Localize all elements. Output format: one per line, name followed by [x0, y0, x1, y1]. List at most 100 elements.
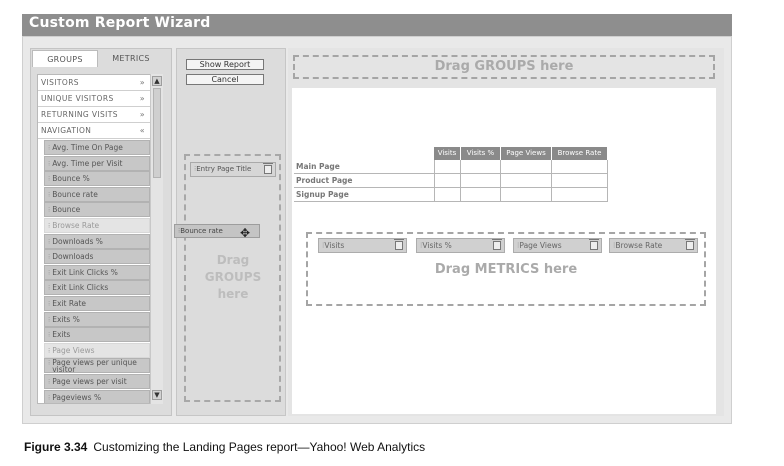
metric-item[interactable]: ⁝ Exits: [44, 327, 150, 343]
metric-item[interactable]: ⁝ Downloads %: [44, 233, 150, 249]
drag-grip-icon: ⁝: [48, 346, 51, 355]
metric-item[interactable]: ⁝ Page views per unique visitor: [44, 358, 150, 374]
table-header-cell: Visits: [434, 147, 461, 160]
scroll-down-button[interactable]: ▼: [152, 390, 162, 400]
drag-grip-icon: ⁝: [48, 206, 51, 215]
expand-icon[interactable]: »: [140, 107, 145, 123]
metric-item[interactable]: ⁝ Browse Rate: [44, 218, 150, 233]
metric-item-label: Bounce %: [52, 174, 90, 184]
table-header-cell: Browse Rate: [552, 147, 608, 160]
metric-item-label: Downloads: [52, 252, 94, 262]
drag-grip-icon: ⁝: [48, 359, 51, 368]
metric-chip-label: Visits: [324, 241, 345, 250]
groups-scrollbar[interactable]: ▲ ▼: [150, 74, 163, 404]
tab-groups[interactable]: GROUPS: [32, 50, 98, 67]
group-item[interactable]: RETURNING VISITS »: [38, 107, 152, 123]
group-item[interactable]: NAVIGATION «: [38, 123, 152, 139]
metric-chip[interactable]: ⁝Visits %: [416, 238, 505, 253]
metric-item-label: Pageviews %: [52, 392, 102, 402]
table-cell: [461, 160, 501, 174]
table-row-label: Signup Page: [294, 188, 434, 202]
window-title: Custom Report Wizard: [29, 15, 211, 31]
metric-chip[interactable]: ⁝Visits: [318, 238, 407, 253]
trash-icon[interactable]: [492, 239, 502, 250]
table-cell: [434, 174, 461, 188]
drag-grip-icon: ⁝: [48, 175, 51, 184]
metric-item-label: Bounce: [52, 205, 81, 215]
metric-chip[interactable]: ⁝Page Views: [513, 238, 602, 253]
metric-item-label: Exits %: [52, 314, 80, 324]
metric-item[interactable]: ⁝ Avg. Time per Visit: [44, 155, 150, 171]
trash-icon[interactable]: [263, 163, 273, 174]
drag-grip-icon: ⁝: [48, 159, 51, 168]
hint-line: Drag: [216, 253, 250, 267]
scroll-thumb[interactable]: [153, 88, 161, 178]
cancel-button[interactable]: Cancel: [186, 74, 264, 85]
metric-chip-label: Browse Rate: [615, 241, 663, 250]
metric-item[interactable]: ⁝ Bounce %: [44, 171, 150, 187]
group-item-label: RETURNING VISITS: [41, 110, 118, 119]
drag-grip-icon: ⁝: [48, 315, 51, 324]
metric-item[interactable]: ⁝ Bounce rate: [44, 186, 150, 202]
group-item[interactable]: VISITORS »: [38, 75, 152, 91]
metric-item[interactable]: ⁝ Downloads: [44, 249, 150, 265]
metric-item-label: Page views per visit: [52, 377, 127, 386]
metric-item-label: Page views per unique visitor: [52, 358, 137, 374]
metric-item[interactable]: ⁝ Avg. Time On Page: [44, 140, 150, 155]
figure-caption: Figure 3.34 Customizing the Landing Pages…: [24, 440, 425, 454]
metric-chip-label: Visits %: [422, 241, 452, 250]
metric-item-label: Exit Link Clicks %: [52, 267, 118, 277]
metric-chip-label: Page Views: [519, 241, 562, 250]
metric-item-label: Avg. Time On Page: [52, 143, 123, 152]
trash-icon[interactable]: [685, 239, 695, 250]
trash-icon[interactable]: [394, 239, 404, 250]
drag-grip-icon: ⁝: [48, 190, 51, 199]
table-row-label: Product Page: [294, 174, 434, 188]
group-chip-entry-page-title[interactable]: ⁝Entry Page Title: [190, 162, 276, 177]
window-titlebar: Custom Report Wizard: [22, 14, 732, 36]
expand-icon[interactable]: »: [140, 75, 145, 91]
trash-icon[interactable]: [589, 239, 599, 250]
groups-drop-hint: Drag GROUPS here: [190, 252, 276, 303]
table-cell: [434, 160, 461, 174]
metric-item[interactable]: ⁝ Exit Link Clicks %: [44, 264, 150, 280]
figure-number: Figure 3.34: [24, 440, 88, 454]
group-item-label: NAVIGATION: [41, 126, 92, 135]
metric-item-label: Exit Link Clicks: [52, 283, 109, 293]
metric-item[interactable]: ⁝ Exit Link Clicks: [44, 280, 150, 296]
metric-item-label: Page Views: [52, 345, 95, 355]
drag-grip-icon: ⁝: [48, 144, 51, 152]
metric-chip[interactable]: ⁝Browse Rate: [609, 238, 698, 253]
groups-drop-hint-top: Drag GROUPS here: [434, 59, 574, 74]
caption-text: Customizing the Landing Pages report—Yah…: [93, 440, 426, 454]
metric-item[interactable]: ⁝ Bounce: [44, 202, 150, 218]
group-item[interactable]: UNIQUE VISITORS »: [38, 91, 152, 107]
metric-item-label: Browse Rate: [52, 221, 100, 230]
table-header-cell: Page Views: [501, 147, 552, 160]
scroll-up-button[interactable]: ▲: [152, 76, 162, 86]
metric-item-label: Exits: [52, 330, 71, 340]
table-cell: [501, 188, 552, 202]
drag-grip-icon: ⁝: [48, 300, 51, 308]
drag-grip-icon: ⁝: [48, 237, 51, 246]
table-row-label: Main Page: [294, 160, 434, 174]
metric-item-label: Downloads %: [52, 236, 103, 246]
metric-item[interactable]: ⁝ Page views per visit: [44, 374, 150, 389]
collapse-icon[interactable]: «: [140, 123, 145, 139]
metrics-drop-hint: Drag METRICS here: [434, 262, 578, 277]
table-cell: [552, 174, 608, 188]
metric-item[interactable]: ⁝ Page Views: [44, 342, 150, 358]
expand-icon[interactable]: »: [140, 91, 145, 107]
drag-grip-icon: ⁝: [48, 378, 51, 386]
metric-item[interactable]: ⁝ Exits %: [44, 311, 150, 327]
metric-item[interactable]: ⁝ Exit Rate: [44, 296, 150, 311]
drag-grip-icon: ⁝: [48, 268, 51, 277]
table-cell: [461, 188, 501, 202]
show-report-button[interactable]: Show Report: [186, 59, 264, 70]
drag-grip-icon: ⁝: [48, 393, 51, 402]
tab-metrics[interactable]: METRICS: [100, 50, 162, 67]
hint-line: here: [217, 287, 249, 301]
move-cursor-icon: ✥: [240, 226, 251, 240]
group-item-label: VISITORS: [41, 78, 79, 87]
metric-item[interactable]: ⁝ Pageviews %: [44, 389, 150, 403]
